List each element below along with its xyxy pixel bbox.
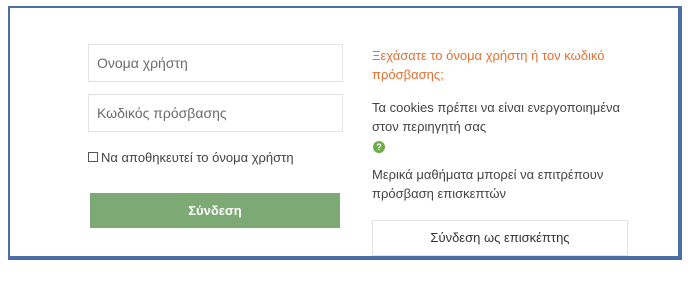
guest-access-notice: Μερικά μαθήματα μπορεί να επιτρέπουν πρό… — [372, 167, 604, 201]
help-icon[interactable]: ? — [373, 141, 385, 153]
remember-checkbox[interactable] — [88, 152, 98, 162]
guest-login-button[interactable]: Σύνδεση ως επισκέπτης — [372, 220, 628, 256]
login-button[interactable]: Σύνδεση — [90, 193, 340, 228]
remember-username[interactable]: Να αποθηκευτεί το όνομα χρήστη — [88, 149, 294, 165]
password-input[interactable] — [88, 94, 343, 132]
username-input[interactable] — [88, 44, 343, 82]
cookies-notice: Τα cookies πρέπει να είναι ενεργοποιημέν… — [372, 100, 621, 134]
remember-label: Να αποθηκευτεί το όνομα χρήστη — [101, 149, 294, 165]
forgot-credentials-link[interactable]: Ξεχάσατε το όνομα χρήστη ή τον κωδικό πρ… — [372, 46, 632, 84]
